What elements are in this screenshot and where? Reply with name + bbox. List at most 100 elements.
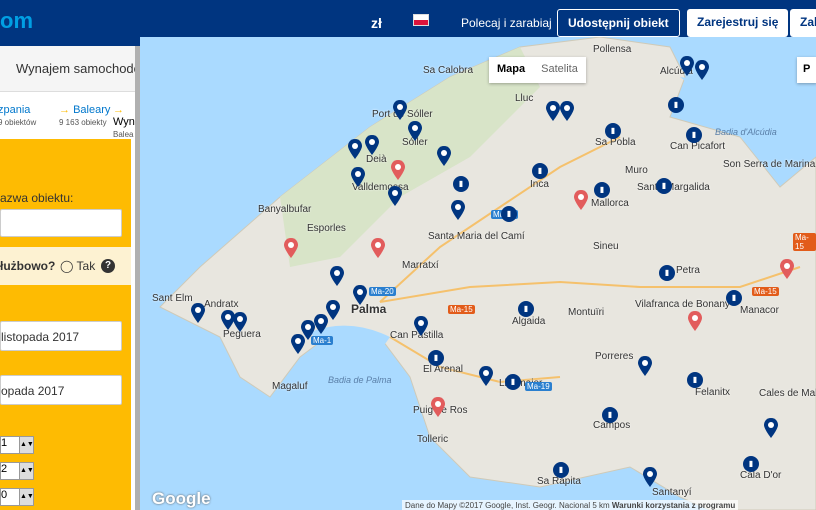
map-place-label: Marratxí xyxy=(402,260,439,271)
hotel-cluster-icon[interactable]: ▮ xyxy=(518,301,534,317)
map-pin[interactable] xyxy=(688,311,702,331)
hotel-cluster-icon[interactable]: ▮ xyxy=(743,456,759,472)
map-pin[interactable] xyxy=(393,100,407,120)
hotel-cluster-icon[interactable]: ▮ xyxy=(532,163,548,179)
register-button[interactable]: Zarejestruj się xyxy=(687,9,789,37)
map-place-label: Andratx xyxy=(204,299,239,310)
list-property-button[interactable]: Udostępnij obiekt xyxy=(557,9,680,37)
search-box: azwa obiektu: łużbowo? ◯ Tak ? listopada… xyxy=(0,139,131,510)
map-pin[interactable] xyxy=(353,285,367,305)
car-rental-tab[interactable]: Wynajem samochodów xyxy=(0,46,140,92)
map-pin[interactable] xyxy=(479,366,493,386)
map-place-label: Badia de Palma xyxy=(328,375,392,385)
map-place-label: Petra xyxy=(676,265,700,276)
map-pin[interactable] xyxy=(643,467,657,487)
map-pin[interactable] xyxy=(680,56,694,76)
map-pin[interactable] xyxy=(291,334,305,354)
property-name-label: azwa obiektu: xyxy=(0,191,74,205)
help-icon[interactable]: ? xyxy=(101,259,115,273)
map-pin[interactable] xyxy=(365,135,379,155)
map-pin[interactable] xyxy=(351,167,365,187)
map-place-label: Esporles xyxy=(307,223,346,234)
map-pin[interactable] xyxy=(191,303,205,323)
map-pin[interactable] xyxy=(574,190,588,210)
map-pin[interactable] xyxy=(233,312,247,332)
hotel-cluster-icon[interactable]: ▮ xyxy=(668,97,684,113)
rooms-select[interactable]: 1 ▲▼ xyxy=(0,436,34,454)
checkin-date[interactable]: listopada 2017 xyxy=(0,321,122,351)
map-pin[interactable] xyxy=(560,101,574,121)
hotel-cluster-icon[interactable]: ▮ xyxy=(686,127,702,143)
road-shield: Ma-20 xyxy=(369,287,396,296)
hotel-cluster-icon[interactable]: ▮ xyxy=(553,462,569,478)
map-place-label: Sant Elm xyxy=(152,293,193,304)
hotel-cluster-icon[interactable]: ▮ xyxy=(594,182,610,198)
map-place-label: Algaida xyxy=(512,316,546,327)
recommend-link[interactable]: Polecaj i zarabiaj xyxy=(461,16,552,30)
map-place-label: Mallorca xyxy=(591,198,629,209)
map-place-label: Inca xyxy=(530,179,549,190)
map-pin[interactable] xyxy=(330,266,344,286)
map-pin[interactable] xyxy=(414,316,428,336)
map-type-map[interactable]: Mapa xyxy=(489,57,533,81)
map-type-control: Mapa Satelita xyxy=(489,57,586,83)
breadcrumb-1[interactable]: zpania 9 obiektów xyxy=(0,104,36,127)
property-name-input[interactable] xyxy=(0,209,122,237)
map-pin[interactable] xyxy=(348,139,362,159)
map-place-label: Santa Margalida xyxy=(637,182,710,193)
login-button[interactable]: Zal xyxy=(790,9,816,37)
hotel-cluster-icon[interactable]: ▮ xyxy=(726,290,742,306)
map-pin[interactable] xyxy=(408,121,422,141)
hotel-cluster-icon[interactable]: ▮ xyxy=(656,178,672,194)
currency-selector[interactable]: zł xyxy=(371,15,382,31)
breadcrumb-2[interactable]: → Baleary 9 163 obiekty xyxy=(59,104,110,127)
map-pin[interactable] xyxy=(431,397,445,417)
adults-select[interactable]: 2 ▲▼ xyxy=(0,462,34,480)
hotel-cluster-icon[interactable]: ▮ xyxy=(602,407,618,423)
map-place-label: Banyalbufar xyxy=(258,204,312,215)
road-shield: Ma-15 xyxy=(448,305,475,314)
road-shield: Ma-15 xyxy=(752,287,779,296)
map-pin[interactable] xyxy=(284,238,298,258)
children-select[interactable]: 0 ▲▼ xyxy=(0,488,34,506)
logo[interactable]: om xyxy=(0,8,33,34)
map-view[interactable]: PollensaSa CalobraAlcúdiaLlucPort de Sól… xyxy=(140,37,816,510)
map-pin[interactable] xyxy=(391,160,405,180)
map-place-label: Badia d'Alcúdia xyxy=(715,127,777,137)
road-shield: Ma-19 xyxy=(525,382,552,391)
map-pin[interactable] xyxy=(451,200,465,220)
map-place-label: Magaluf xyxy=(272,381,308,392)
map-place-label: Cala D'or xyxy=(740,470,782,481)
map-place-label: Porreres xyxy=(595,351,634,362)
hotel-cluster-icon[interactable]: ▮ xyxy=(659,265,675,281)
map-place-label: Son Serra de Marina xyxy=(723,159,816,170)
hotel-cluster-icon[interactable]: ▮ xyxy=(453,176,469,192)
map-type-satellite[interactable]: Satelita xyxy=(533,57,586,81)
map-land xyxy=(159,37,816,510)
map-pin[interactable] xyxy=(764,418,778,438)
map-place-label: Felanitx xyxy=(695,387,731,398)
map-pin[interactable] xyxy=(326,300,340,320)
map-pin[interactable] xyxy=(695,60,709,80)
map-pin[interactable] xyxy=(780,259,794,279)
map-pin[interactable] xyxy=(546,101,560,121)
hotel-cluster-icon[interactable]: ▮ xyxy=(501,206,517,222)
hotel-cluster-icon[interactable]: ▮ xyxy=(505,374,521,390)
road-shield: Ma-15 xyxy=(793,233,816,251)
map-pin[interactable] xyxy=(388,186,402,206)
hotel-cluster-icon[interactable]: ▮ xyxy=(687,372,703,388)
map-place-label: Pollensa xyxy=(593,44,632,55)
hotel-cluster-icon[interactable]: ▮ xyxy=(428,350,444,366)
language-flag-icon[interactable] xyxy=(413,14,429,26)
fullscreen-button[interactable]: P xyxy=(797,57,816,83)
map-pin[interactable] xyxy=(638,356,652,376)
terms-link[interactable]: Warunki korzystania z programu xyxy=(612,501,735,510)
map-place-label: Lluc xyxy=(515,93,534,104)
search-sidebar: Wynajem samochodów zpania 9 obiektów → Ba… xyxy=(0,46,140,510)
map-pin[interactable] xyxy=(371,238,385,258)
checkout-date[interactable]: opada 2017 xyxy=(0,375,122,405)
hotel-cluster-icon[interactable]: ▮ xyxy=(605,123,621,139)
map-pin[interactable] xyxy=(437,146,451,166)
business-trip-row: łużbowo? ◯ Tak ? xyxy=(0,247,131,285)
business-yes-radio[interactable]: ◯ Tak xyxy=(60,259,95,273)
